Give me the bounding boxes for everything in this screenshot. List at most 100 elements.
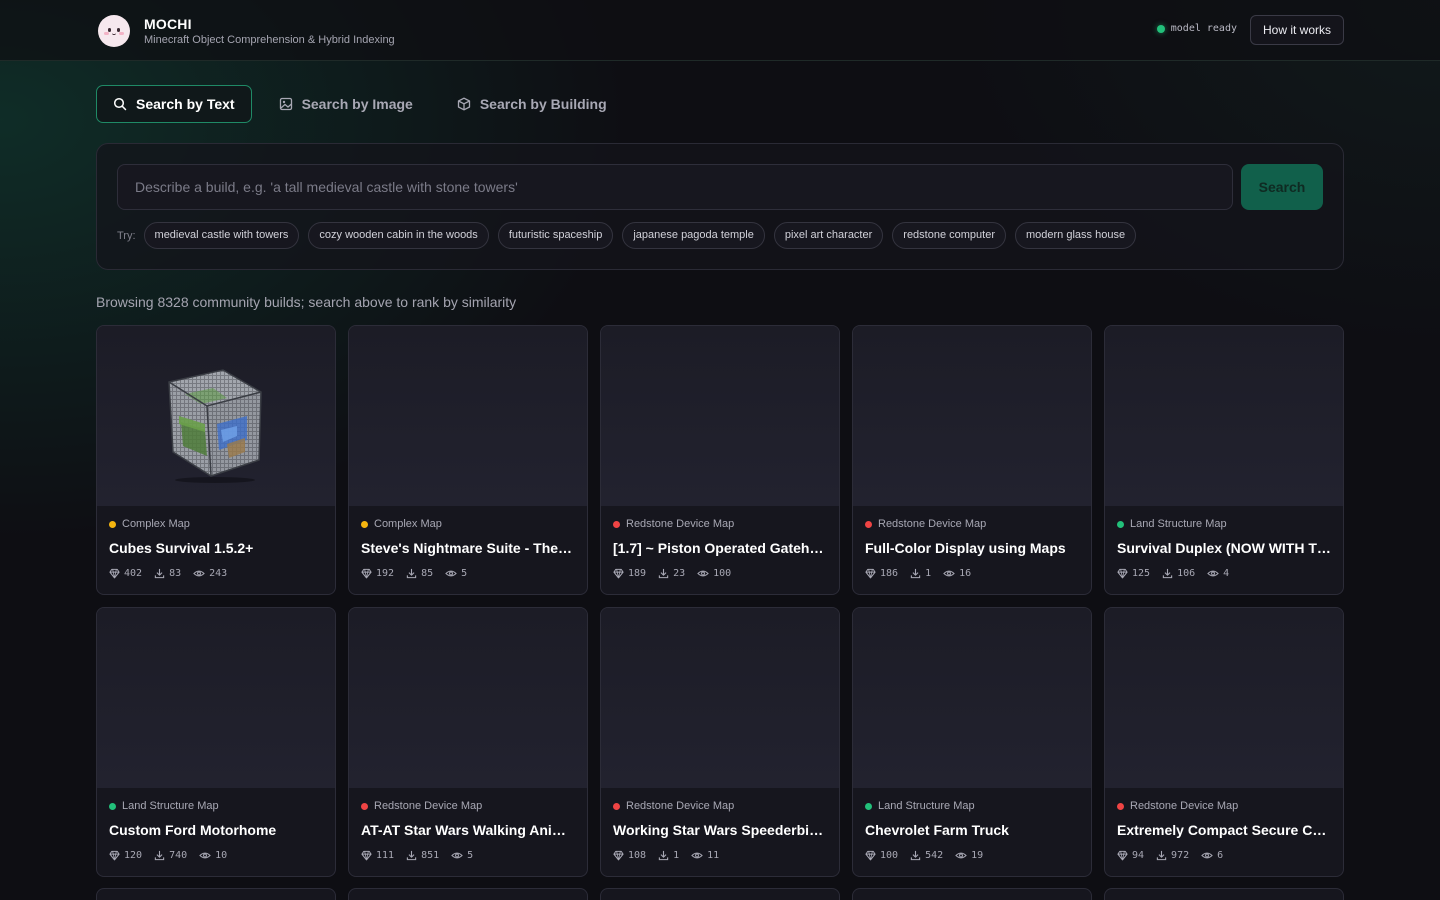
model-status-text: model ready <box>1170 23 1237 34</box>
build-stats: 94 972 6 <box>1117 850 1331 861</box>
build-title: Steve's Nightmare Suite - The Dark Shado… <box>361 540 575 556</box>
category-dot-icon <box>361 520 368 528</box>
build-category-label: Complex Map <box>374 518 442 530</box>
suggestion-chip[interactable]: cozy wooden cabin in the woods <box>308 222 489 249</box>
build-card[interactable]: Land Structure Map Survival Duplex (NOW … <box>1104 325 1344 595</box>
views-stat: 16 <box>943 568 971 579</box>
diamond-icon <box>361 850 372 861</box>
suggestion-chip[interactable]: japanese pagoda temple <box>622 222 765 249</box>
diamond-icon <box>109 850 120 861</box>
build-category: Redstone Device Map <box>865 518 1079 530</box>
build-card[interactable]: Complex Map Steve's Nightmare Suite - Th… <box>348 325 588 595</box>
category-dot-icon <box>613 520 620 528</box>
views-stat: 5 <box>445 568 467 579</box>
build-card[interactable]: Redstone Device Map Working Star Wars Sp… <box>600 607 840 877</box>
downloads-stat: 83 <box>154 568 181 579</box>
download-icon <box>910 850 921 861</box>
eye-icon <box>691 852 703 859</box>
build-title: Extremely Compact Secure Combination Loc… <box>1117 822 1331 838</box>
mochi-logo <box>98 15 130 47</box>
diamond-icon <box>109 568 120 579</box>
category-dot-icon <box>109 802 116 810</box>
download-icon <box>658 568 669 579</box>
build-category-label: Land Structure Map <box>878 800 975 812</box>
eye-icon <box>943 570 955 577</box>
build-stats: 120 740 10 <box>109 850 323 861</box>
views-stat: 243 <box>193 568 227 579</box>
suggestion-chip[interactable]: futuristic spaceship <box>497 222 614 249</box>
build-card[interactable] <box>348 888 588 900</box>
download-icon <box>406 568 417 579</box>
build-card[interactable] <box>600 888 840 900</box>
diamonds-stat: 100 <box>865 850 898 861</box>
downloads-stat: 851 <box>406 850 439 861</box>
build-card[interactable]: Redstone Device Map [1.7] ~ Piston Opera… <box>600 325 840 595</box>
diamond-icon <box>865 568 876 579</box>
build-stats: 402 83 243 <box>109 568 323 579</box>
build-thumbnail <box>601 326 839 506</box>
build-thumbnail <box>349 326 587 506</box>
search-icon <box>113 97 127 111</box>
diamonds-stat: 402 <box>109 568 142 579</box>
build-card[interactable] <box>96 888 336 900</box>
build-card[interactable]: Complex Map Cubes Survival 1.5.2+ 402 83… <box>96 325 336 595</box>
build-category: Redstone Device Map <box>1117 800 1331 812</box>
build-stats: 192 85 5 <box>361 568 575 579</box>
build-card[interactable]: Land Structure Map Chevrolet Farm Truck … <box>852 607 1092 877</box>
suggestion-chip[interactable]: medieval castle with towers <box>143 222 300 249</box>
diamond-icon <box>613 568 624 579</box>
build-thumbnail <box>97 326 335 506</box>
search-input[interactable] <box>117 164 1233 210</box>
diamonds-stat: 111 <box>361 850 394 861</box>
suggestion-chip[interactable]: modern glass house <box>1015 222 1137 249</box>
brand[interactable]: MOCHI Minecraft Object Comprehension & H… <box>98 15 395 47</box>
downloads-stat: 1 <box>910 568 931 579</box>
try-label: Try: <box>117 229 136 242</box>
diamonds-stat: 120 <box>109 850 142 861</box>
tab-search-by-text[interactable]: Search by Text <box>96 85 252 123</box>
build-stats: 186 1 16 <box>865 568 1079 579</box>
tab-search-by-image[interactable]: Search by Image <box>262 85 430 123</box>
downloads-stat: 1 <box>658 850 679 861</box>
download-icon <box>910 568 921 579</box>
suggestion-chip[interactable]: redstone computer <box>892 222 1006 249</box>
diamonds-stat: 125 <box>1117 568 1150 579</box>
how-it-works-button[interactable]: How it works <box>1249 15 1344 45</box>
downloads-stat: 23 <box>658 568 685 579</box>
build-title: Custom Ford Motorhome <box>109 822 277 838</box>
build-card[interactable] <box>1104 888 1344 900</box>
build-category-label: Complex Map <box>122 518 190 530</box>
build-thumbnail <box>1105 326 1343 506</box>
search-mode-tabs: Search by Text Search by Image Search by… <box>96 85 634 123</box>
build-title: Chevrolet Farm Truck <box>865 822 1009 838</box>
app-title: MOCHI <box>144 16 192 32</box>
download-icon <box>154 850 165 861</box>
browse-status-text: Browsing 8328 community builds; search a… <box>96 294 517 310</box>
build-grid-next-row <box>96 888 1344 900</box>
build-category: Redstone Device Map <box>613 800 827 812</box>
tab-search-by-building[interactable]: Search by Building <box>440 85 624 123</box>
build-card[interactable]: Redstone Device Map Full-Color Display u… <box>852 325 1092 595</box>
eye-icon <box>955 852 967 859</box>
app-subtitle: Minecraft Object Comprehension & Hybrid … <box>144 34 395 46</box>
search-button[interactable]: Search <box>1241 164 1323 210</box>
suggestion-chip[interactable]: pixel art character <box>773 222 884 249</box>
diamond-icon <box>613 850 624 861</box>
image-icon <box>279 97 292 111</box>
diamond-icon <box>1117 568 1128 579</box>
category-dot-icon <box>865 802 872 810</box>
build-card[interactable]: Redstone Device Map AT-AT Star Wars Walk… <box>348 607 588 877</box>
download-icon <box>406 850 417 861</box>
diamonds-stat: 108 <box>613 850 646 861</box>
status-dot-icon <box>1156 24 1165 33</box>
diamond-icon <box>865 850 876 861</box>
diamond-icon <box>1117 850 1128 861</box>
build-card[interactable] <box>852 888 1092 900</box>
build-card[interactable]: Redstone Device Map Extremely Compact Se… <box>1104 607 1344 877</box>
build-stats: 108 1 11 <box>613 850 827 861</box>
build-title: AT-AT Star Wars Walking Animatronic <box>361 822 575 838</box>
build-card[interactable]: Land Structure Map Custom Ford Motorhome… <box>96 607 336 877</box>
build-category-label: Redstone Device Map <box>626 518 735 530</box>
build-category: Land Structure Map <box>109 800 323 812</box>
cube-icon <box>457 97 470 111</box>
